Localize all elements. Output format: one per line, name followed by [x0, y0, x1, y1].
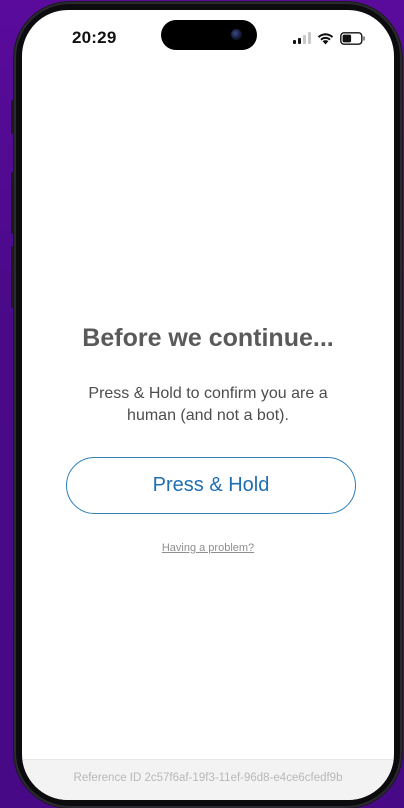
reference-id: Reference ID 2c57f6af-19f3-11ef-96d8-e4c…	[73, 772, 343, 784]
phone-screen: 20:29 Before we continue... Press & Hold…	[22, 10, 394, 800]
challenge-content: Before we continue... Press & Hold to co…	[22, 10, 394, 800]
footer-bar: Reference ID 2c57f6af-19f3-11ef-96d8-e4c…	[22, 759, 394, 800]
page-title: Before we continue...	[82, 324, 334, 352]
press-and-hold-button[interactable]: Press & Hold	[66, 457, 356, 514]
challenge-message: Press & Hold to confirm you are a human …	[88, 385, 328, 424]
having-a-problem-link[interactable]: Having a problem?	[22, 542, 394, 554]
